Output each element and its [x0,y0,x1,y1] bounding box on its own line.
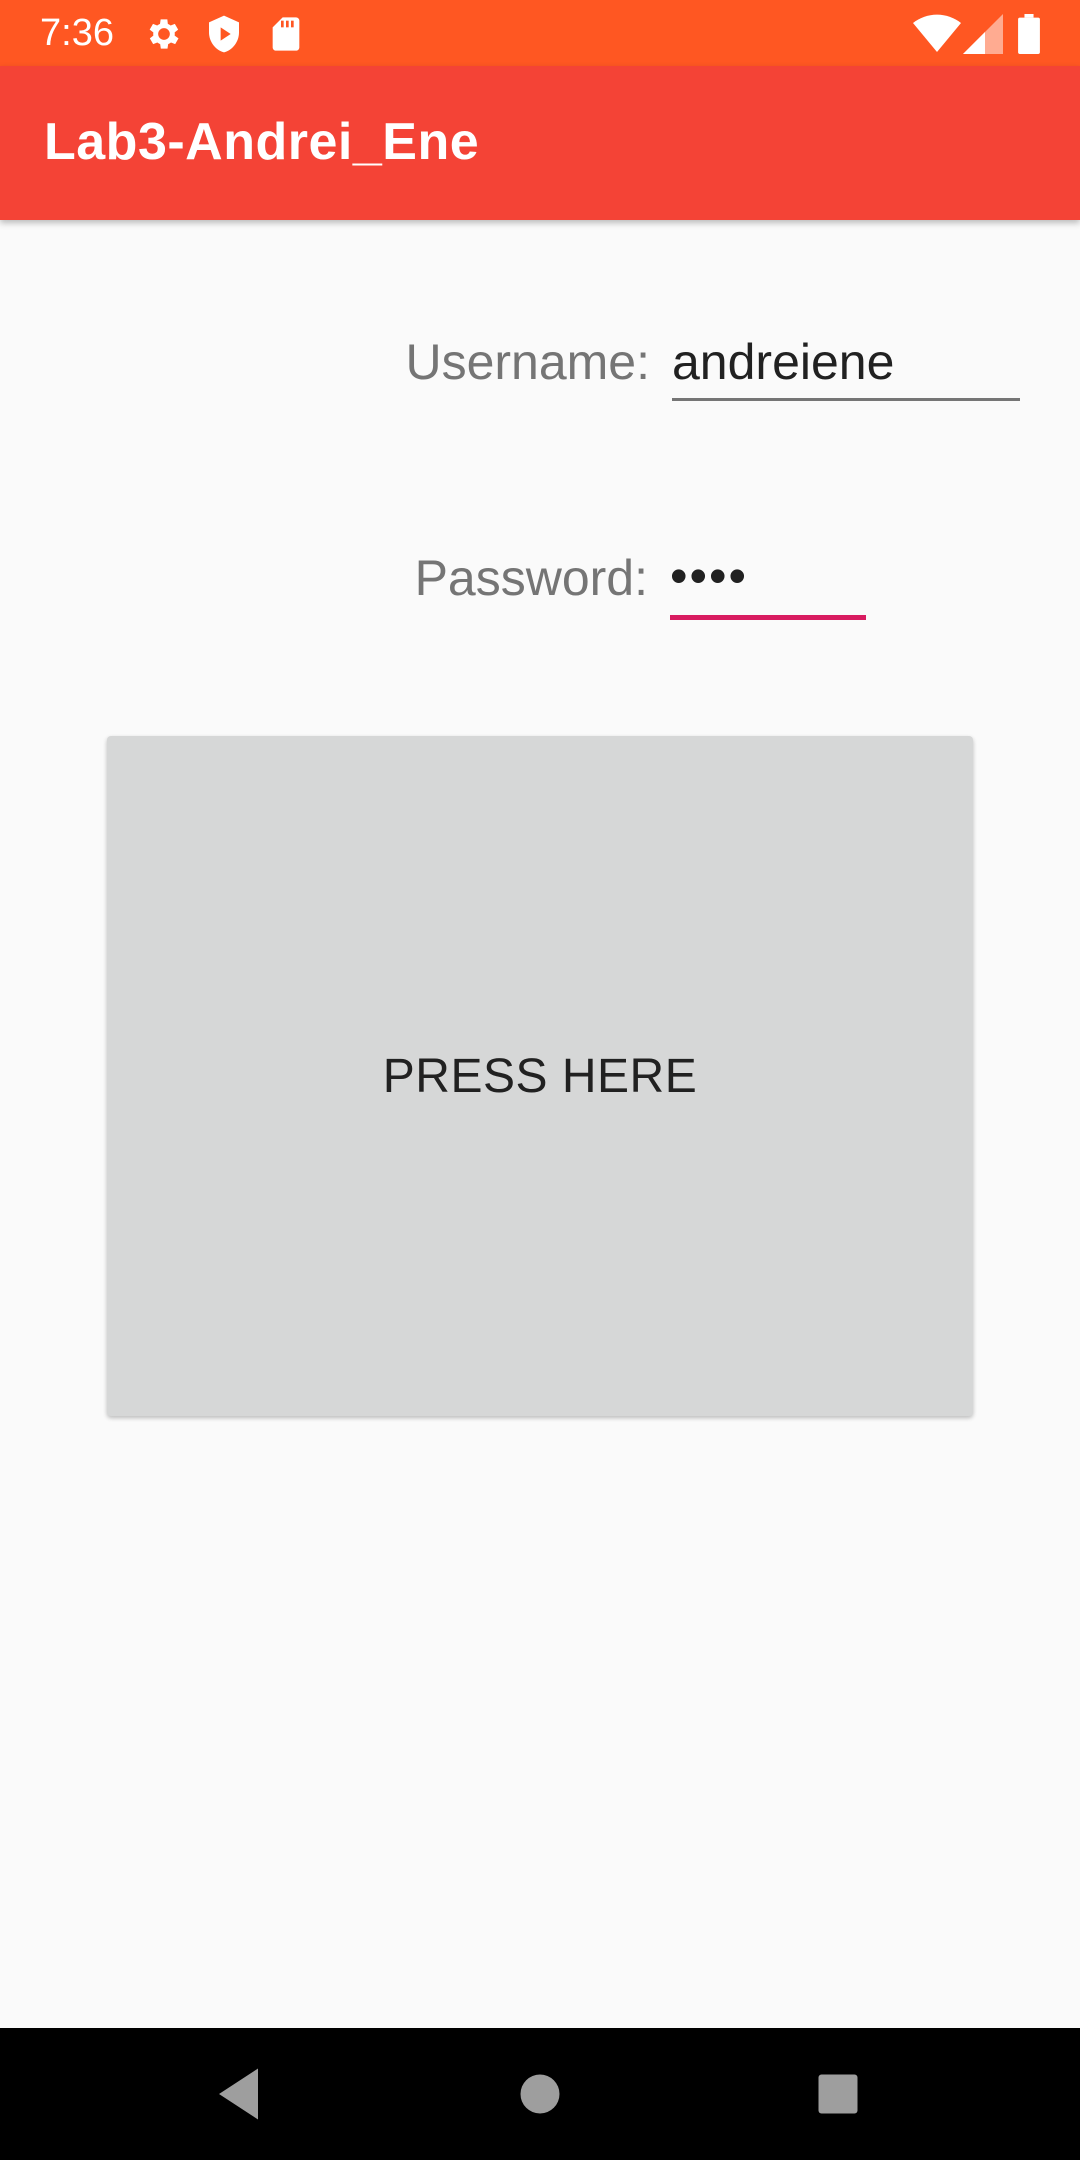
password-label: Password: [414,550,648,606]
status-time: 7:36 [40,12,114,54]
press-here-label: PRESS HERE [382,1049,698,1103]
app-title: Lab3-Andrei_Ene [44,113,480,171]
cellular-signal-icon [963,14,1003,54]
back-icon[interactable] [204,2058,276,2130]
press-here-button[interactable]: PRESS HERE [107,736,973,1416]
navigation-bar [0,2028,1080,2160]
password-underline [670,615,866,620]
status-bar: 7:36 [0,0,1080,66]
gear-icon [149,19,179,49]
shield-icon [209,15,239,53]
wifi-icon [913,14,961,53]
sd-card-icon [272,17,300,51]
password-input[interactable]: •••• [670,546,866,606]
username-input[interactable]: andreiene [672,332,1020,392]
app-bar: Lab3-Andrei_Ene [0,66,1080,220]
battery-icon [1018,14,1040,54]
home-icon[interactable] [504,2058,576,2130]
recents-icon[interactable] [802,2058,874,2130]
username-underline [672,398,1020,401]
username-label: Username: [405,334,650,390]
